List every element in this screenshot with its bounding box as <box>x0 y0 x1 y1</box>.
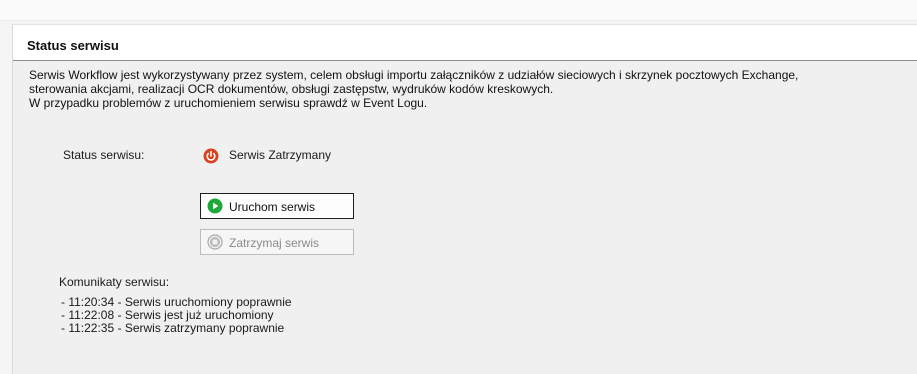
description-line: Serwis Workflow jest wykorzystywany prze… <box>29 68 799 82</box>
status-value: Serwis Zatrzymany <box>229 148 332 162</box>
description-line: sterowania akcjami, realizacji OCR dokum… <box>29 82 554 96</box>
panel-header: Status serwisu <box>13 24 917 61</box>
start-service-button[interactable]: Uruchom serwis <box>200 193 354 219</box>
start-service-label: Uruchom serwis <box>229 200 316 214</box>
power-stopped-icon <box>203 148 219 164</box>
service-status-panel: Status serwisu Serwis Workflow jest wyko… <box>12 24 917 374</box>
log-label: Komunikaty serwisu: <box>59 275 170 289</box>
service-description: Serwis Workflow jest wykorzystywany prze… <box>29 68 909 110</box>
stop-icon <box>207 234 223 250</box>
status-label: Status serwisu: <box>63 148 145 162</box>
service-log-list: - 11:20:34 - Serwis uruchomiony poprawni… <box>61 296 292 335</box>
description-line: W przypadku problemów z uruchomieniem se… <box>29 96 428 110</box>
play-icon <box>207 198 223 214</box>
stop-service-label: Zatrzymaj serwis <box>229 236 320 250</box>
log-message: - 11:22:35 - Serwis zatrzymany poprawnie <box>61 321 285 335</box>
stop-service-button[interactable]: Zatrzymaj serwis <box>200 229 354 255</box>
panel-title: Status serwisu <box>27 38 119 53</box>
window-top-strip <box>0 0 917 21</box>
